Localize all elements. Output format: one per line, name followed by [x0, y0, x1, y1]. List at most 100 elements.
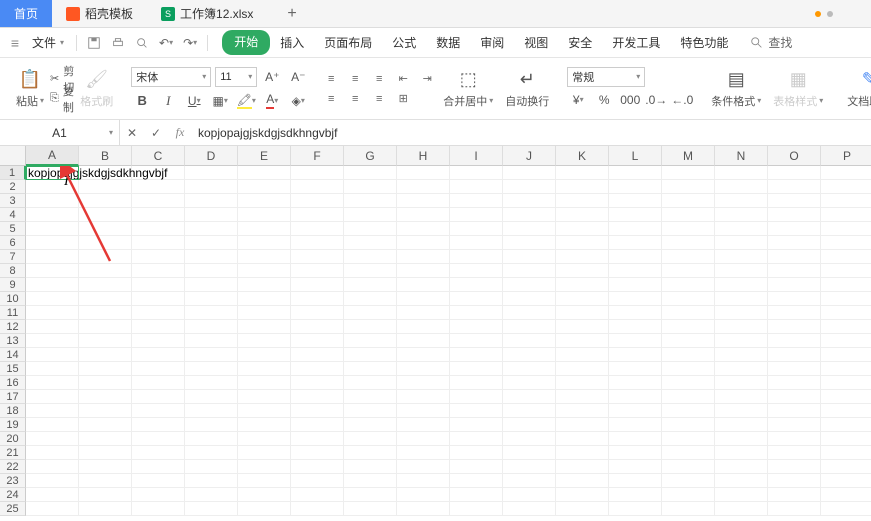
cell[interactable] — [821, 348, 871, 362]
row-header-7[interactable]: 7 — [0, 250, 26, 264]
column-header-D[interactable]: D — [185, 146, 238, 166]
cell[interactable] — [609, 278, 662, 292]
cell[interactable] — [662, 488, 715, 502]
decrease-decimal-button[interactable]: ←.0 — [671, 89, 693, 111]
cell[interactable] — [132, 222, 185, 236]
cell[interactable] — [26, 502, 79, 516]
cell[interactable] — [185, 166, 238, 180]
cell[interactable] — [503, 222, 556, 236]
cell[interactable] — [26, 404, 79, 418]
cell[interactable] — [291, 264, 344, 278]
search-box[interactable]: 查找 — [750, 34, 792, 51]
cell[interactable] — [26, 390, 79, 404]
cell[interactable] — [662, 166, 715, 180]
row-header-22[interactable]: 22 — [0, 460, 26, 474]
cell[interactable] — [450, 474, 503, 488]
cell[interactable] — [238, 194, 291, 208]
align-left-button[interactable]: ≡ — [321, 90, 341, 108]
cell[interactable] — [503, 390, 556, 404]
tab-start[interactable]: 开始 — [222, 30, 270, 55]
undo-button[interactable]: ↶▾ — [155, 32, 177, 54]
cell[interactable] — [715, 376, 768, 390]
cell[interactable] — [450, 376, 503, 390]
cell[interactable] — [185, 264, 238, 278]
cell[interactable] — [291, 180, 344, 194]
cell[interactable] — [397, 180, 450, 194]
tab-security[interactable]: 安全 — [558, 30, 602, 55]
cell[interactable] — [768, 446, 821, 460]
cell[interactable] — [238, 208, 291, 222]
cell[interactable] — [397, 166, 450, 180]
cell[interactable] — [821, 222, 871, 236]
cell[interactable] — [291, 208, 344, 222]
cell[interactable] — [821, 292, 871, 306]
cell[interactable] — [79, 278, 132, 292]
cell[interactable] — [238, 502, 291, 516]
cell[interactable] — [344, 180, 397, 194]
row-header-5[interactable]: 5 — [0, 222, 26, 236]
cell[interactable] — [503, 502, 556, 516]
cell[interactable] — [503, 446, 556, 460]
cell[interactable] — [397, 376, 450, 390]
cell[interactable] — [291, 502, 344, 516]
cell[interactable] — [132, 292, 185, 306]
cell[interactable] — [291, 376, 344, 390]
cell[interactable] — [821, 390, 871, 404]
cell[interactable] — [662, 250, 715, 264]
row-header-10[interactable]: 10 — [0, 292, 26, 306]
row-header-19[interactable]: 19 — [0, 418, 26, 432]
cell[interactable] — [238, 166, 291, 180]
cell[interactable] — [397, 194, 450, 208]
currency-button[interactable]: ¥▾ — [567, 89, 589, 111]
cell[interactable] — [503, 236, 556, 250]
cell[interactable] — [79, 376, 132, 390]
cell[interactable] — [715, 292, 768, 306]
cell[interactable] — [821, 376, 871, 390]
cell[interactable] — [609, 460, 662, 474]
cell[interactable] — [132, 362, 185, 376]
tab-review[interactable]: 审阅 — [470, 30, 514, 55]
percent-button[interactable]: % — [593, 89, 615, 111]
cell[interactable] — [768, 264, 821, 278]
cell[interactable] — [768, 180, 821, 194]
cell[interactable] — [397, 432, 450, 446]
cell[interactable] — [344, 264, 397, 278]
cell[interactable] — [132, 446, 185, 460]
cell[interactable] — [715, 488, 768, 502]
cell[interactable] — [185, 250, 238, 264]
cell[interactable] — [344, 418, 397, 432]
cell[interactable] — [768, 166, 821, 180]
cell[interactable] — [556, 348, 609, 362]
column-header-I[interactable]: I — [450, 146, 503, 166]
cell[interactable] — [609, 474, 662, 488]
border-button[interactable]: ▦▾ — [209, 90, 231, 112]
tab-special[interactable]: 特色功能 — [670, 30, 738, 55]
cell[interactable] — [291, 460, 344, 474]
fx-button[interactable]: fx — [168, 125, 192, 140]
cell[interactable] — [662, 348, 715, 362]
cell[interactable] — [185, 502, 238, 516]
cell[interactable] — [609, 404, 662, 418]
cell[interactable] — [715, 306, 768, 320]
cell[interactable] — [238, 474, 291, 488]
cell[interactable] — [397, 348, 450, 362]
cell[interactable] — [715, 208, 768, 222]
cell[interactable] — [715, 474, 768, 488]
doc-helper-button[interactable]: ✎ 文档助手 — [841, 67, 871, 111]
cell[interactable] — [344, 306, 397, 320]
cell[interactable] — [662, 194, 715, 208]
cell[interactable] — [715, 390, 768, 404]
cell[interactable] — [26, 432, 79, 446]
cell[interactable] — [185, 236, 238, 250]
cell[interactable] — [344, 460, 397, 474]
cell[interactable] — [344, 278, 397, 292]
cell[interactable] — [556, 334, 609, 348]
row-header-1[interactable]: 1 — [0, 166, 26, 180]
justify-button[interactable]: ⊞ — [393, 90, 413, 108]
cell[interactable] — [556, 488, 609, 502]
cell[interactable] — [662, 418, 715, 432]
cell[interactable] — [185, 362, 238, 376]
cell[interactable] — [821, 334, 871, 348]
cell[interactable] — [609, 166, 662, 180]
cell[interactable] — [821, 446, 871, 460]
